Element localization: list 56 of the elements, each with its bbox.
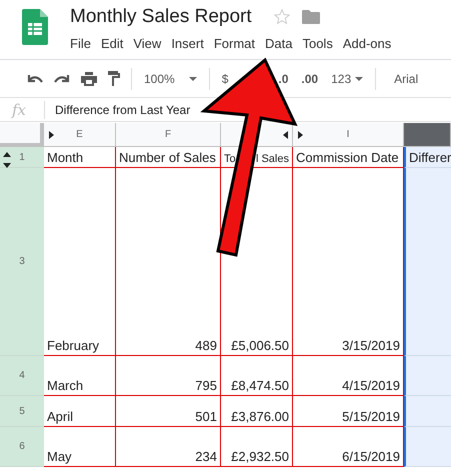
- table-cell: 795: [116, 356, 221, 396]
- undo-icon[interactable]: [27, 74, 43, 84]
- expand-row-icon[interactable]: [3, 152, 11, 168]
- table-cell: £8,474.50: [221, 356, 293, 396]
- column-header[interactable]: F: [116, 123, 221, 147]
- table-cell: 234: [116, 427, 221, 467]
- table-cell: May: [44, 427, 116, 467]
- document-title[interactable]: Monthly Sales Report: [70, 6, 252, 28]
- menu-item[interactable]: Data: [260, 34, 298, 53]
- table-cell: [404, 396, 451, 427]
- table-cell: [404, 356, 451, 396]
- cell-text: l Sales: [256, 153, 289, 165]
- redo-icon[interactable]: [54, 74, 70, 84]
- number-format-dropdown[interactable]: 123: [330, 70, 364, 88]
- table-cell: February: [44, 168, 116, 356]
- print-icon[interactable]: [81, 72, 97, 86]
- menu-item[interactable]: Add-ons: [338, 34, 396, 53]
- menu-item[interactable]: View: [128, 34, 166, 53]
- column-header[interactable]: E: [44, 123, 116, 147]
- font-dropdown[interactable]: Arial: [393, 70, 420, 88]
- currency-button[interactable]: $: [220, 70, 230, 88]
- menu-item[interactable]: File: [70, 34, 96, 53]
- table-cell: [404, 427, 451, 467]
- increase-decimals-button[interactable]: .00: [300, 70, 320, 88]
- column-header[interactable]: I: [293, 123, 404, 147]
- menu-item[interactable]: Format: [208, 34, 260, 53]
- menu-item[interactable]: Edit: [96, 34, 128, 53]
- table-cell: £2,932.50: [221, 427, 293, 467]
- table-cell: 501: [116, 396, 221, 427]
- row-header[interactable]: 5: [0, 396, 44, 427]
- table-cell: Month: [44, 147, 116, 168]
- caret-icon: [355, 76, 364, 80]
- expand-column-icon[interactable]: [49, 131, 54, 139]
- zoom-dropdown[interactable]: 100%: [143, 70, 198, 88]
- sheets-logo-icon[interactable]: [22, 9, 48, 45]
- table-cell: March: [44, 356, 116, 396]
- caret-icon: [188, 76, 197, 80]
- table-cell: Differer: [404, 147, 451, 168]
- table-cell: April: [44, 396, 116, 427]
- formula-input[interactable]: Difference from Last Year: [55, 102, 190, 116]
- corner-cell[interactable]: [0, 123, 44, 147]
- fx-label: fx: [0, 100, 45, 118]
- decrease-decimals-button[interactable]: .0: [277, 70, 290, 88]
- star-icon[interactable]: [274, 9, 290, 25]
- table-cell: Number of Sales: [116, 147, 221, 168]
- table-cell: £3,876.00: [221, 396, 293, 427]
- expand-column-icon[interactable]: [283, 131, 288, 139]
- menu-item[interactable]: Tools: [297, 34, 338, 53]
- menu-item[interactable]: Insert: [166, 34, 209, 53]
- row-header[interactable]: 6: [0, 427, 44, 467]
- row-header[interactable]: 1: [0, 147, 44, 168]
- folder-icon[interactable]: [302, 10, 320, 24]
- row-header[interactable]: 4: [0, 356, 44, 396]
- cell-text: To: [224, 153, 236, 165]
- row-header[interactable]: 3: [0, 168, 44, 356]
- paint-format-icon[interactable]: [108, 71, 120, 86]
